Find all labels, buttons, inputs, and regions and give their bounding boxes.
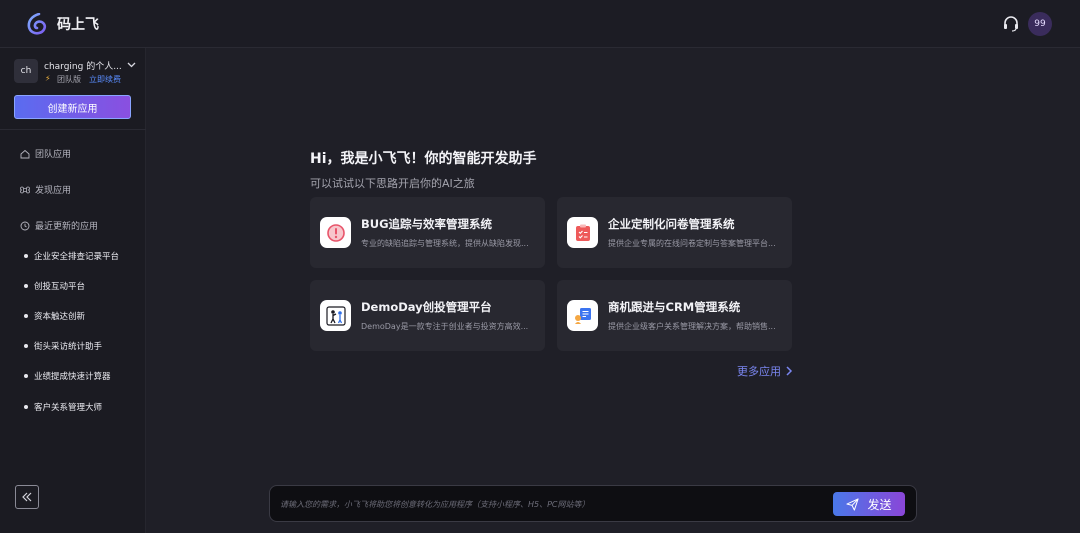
card-icon-tile xyxy=(320,300,351,331)
people-presentation-icon xyxy=(325,305,346,326)
bullet-icon xyxy=(24,405,28,409)
create-app-button[interactable]: 创建新应用 xyxy=(14,95,131,119)
bullet-icon xyxy=(24,314,28,318)
workspace-plan: 团队版 xyxy=(57,75,81,84)
top-bar: 码上飞 99 xyxy=(0,0,1080,48)
chevron-down-icon[interactable] xyxy=(127,60,136,69)
clipboard-checklist-icon xyxy=(575,224,590,241)
bullet-icon xyxy=(24,374,28,378)
user-avatar[interactable]: 99 xyxy=(1028,12,1052,36)
send-button[interactable]: 发送 xyxy=(833,492,905,516)
prompt-composer: 发送 xyxy=(269,485,917,522)
sidebar-item-discover-apps[interactable]: 发现应用 xyxy=(20,183,71,196)
card-title: DemoDay创投管理平台 xyxy=(361,300,492,314)
workspace-name[interactable]: charging 的个人... xyxy=(44,59,122,72)
recent-app-item[interactable]: 资本触达创新 xyxy=(24,310,85,322)
suggestion-card[interactable]: 企业定制化问卷管理系统 提供企业专属的在线问卷定制与答案管理平台... xyxy=(557,197,792,268)
recent-app-label: 企业安全排查记录平台 xyxy=(34,252,120,262)
bullet-icon xyxy=(24,284,28,288)
sidebar-divider xyxy=(0,129,146,130)
card-title: 企业定制化问卷管理系统 xyxy=(608,217,735,231)
collapse-sidebar-button[interactable] xyxy=(15,485,39,509)
prompt-input[interactable] xyxy=(280,495,820,513)
more-apps-label: 更多应用 xyxy=(737,365,781,378)
recent-app-item[interactable]: 街头采访统计助手 xyxy=(24,340,102,352)
sidebar-item-label: 发现应用 xyxy=(35,186,72,196)
app-logo-icon[interactable] xyxy=(26,13,48,35)
bug-alert-icon xyxy=(326,223,345,242)
recent-app-label: 业绩提成快速计算器 xyxy=(34,372,111,382)
recent-app-item[interactable]: 客户关系管理大师 xyxy=(24,401,102,413)
more-apps-link[interactable]: 更多应用 xyxy=(737,363,793,379)
recent-app-item[interactable]: 业绩提成快速计算器 xyxy=(24,370,111,382)
plan-badge-icon: ⚡ xyxy=(45,74,51,83)
suggestion-card[interactable]: DemoDay创投管理平台 DemoDay是一款专注于创业者与投资方高效... xyxy=(310,280,545,351)
recent-app-label: 创投互动平台 xyxy=(34,282,86,292)
crm-board-icon xyxy=(574,307,591,324)
sidebar: ch charging 的个人... ⚡ 团队版 立即续费 创建新应用 团队应用… xyxy=(0,48,146,533)
chevron-right-icon xyxy=(786,366,793,376)
sidebar-item-recent-apps[interactable]: 最近更新的应用 xyxy=(20,219,98,232)
double-chevron-left-icon xyxy=(22,492,32,502)
sidebar-item-label: 最近更新的应用 xyxy=(35,222,99,232)
paper-plane-icon xyxy=(846,497,860,511)
greeting-subtitle: 可以试试以下思路开启你的AI之旅 xyxy=(310,177,475,190)
suggestion-card[interactable]: BUG追踪与效率管理系统 专业的缺陷追踪与管理系统，提供从缺陷发现... xyxy=(310,197,545,268)
card-description: DemoDay是一款专注于创业者与投资方高效... xyxy=(361,322,529,331)
card-description: 提供企业级客户关系管理解决方案，帮助销售... xyxy=(608,322,776,331)
bullet-icon xyxy=(24,254,28,258)
greeting-title: Hi，我是小飞飞！你的智能开发助手 xyxy=(310,151,537,167)
bullet-icon xyxy=(24,344,28,348)
sidebar-item-team-apps[interactable]: 团队应用 xyxy=(20,147,71,160)
recent-app-item[interactable]: 企业安全排查记录平台 xyxy=(24,250,119,262)
card-icon-tile xyxy=(320,217,351,248)
home-icon xyxy=(20,149,30,158)
suggestion-card[interactable]: 商机跟进与CRM管理系统 提供企业级客户关系管理解决方案，帮助销售... xyxy=(557,280,792,351)
headset-support-icon[interactable] xyxy=(1002,15,1020,33)
card-title: BUG追踪与效率管理系统 xyxy=(361,217,493,231)
card-description: 提供企业专属的在线问卷定制与答案管理平台... xyxy=(608,239,776,248)
card-description: 专业的缺陷追踪与管理系统，提供从缺陷发现... xyxy=(361,239,529,248)
recent-app-label: 资本触达创新 xyxy=(34,312,86,322)
recent-app-label: 客户关系管理大师 xyxy=(34,403,103,413)
send-label: 发送 xyxy=(867,497,892,512)
recent-app-item[interactable]: 创投互动平台 xyxy=(24,280,85,292)
clock-icon xyxy=(20,221,30,230)
renew-link[interactable]: 立即续费 xyxy=(89,74,121,85)
workspace-avatar[interactable]: ch xyxy=(14,59,38,83)
sidebar-item-label: 团队应用 xyxy=(35,150,72,160)
card-icon-tile xyxy=(567,217,598,248)
app-title: 码上飞 xyxy=(57,17,99,33)
command-icon xyxy=(20,186,30,193)
recent-app-label: 街头采访统计助手 xyxy=(34,342,103,352)
card-icon-tile xyxy=(567,300,598,331)
card-title: 商机跟进与CRM管理系统 xyxy=(608,300,741,314)
